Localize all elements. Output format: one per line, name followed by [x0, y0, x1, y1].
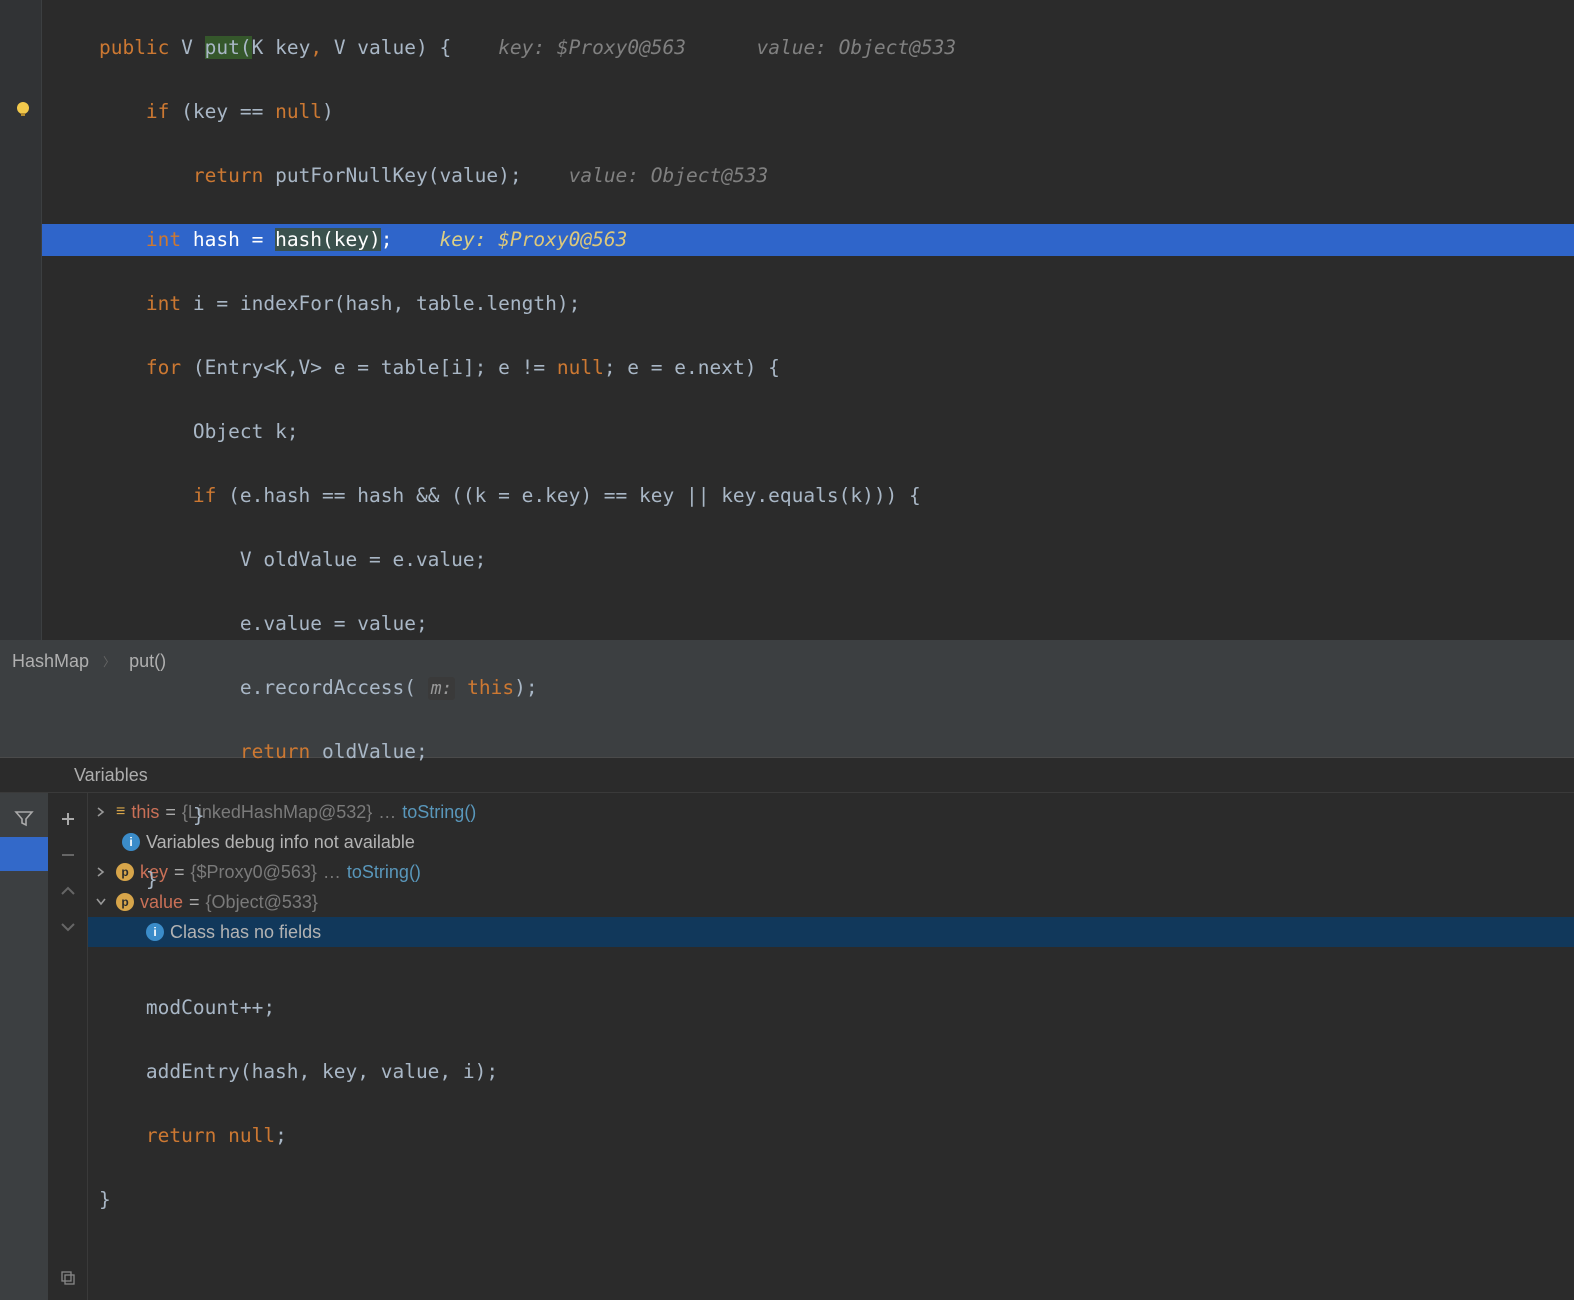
- code-line[interactable]: return null;: [52, 1120, 1574, 1152]
- code-line[interactable]: }: [52, 864, 1574, 896]
- intention-bulb-icon[interactable]: [14, 100, 32, 118]
- filter-icon[interactable]: [12, 807, 36, 831]
- code-line[interactable]: addEntry(hash, key, value, i);: [52, 1056, 1574, 1088]
- code-area[interactable]: public V put(K key, V value) { key: $Pro…: [42, 0, 1574, 1280]
- code-editor[interactable]: public V put(K key, V value) { key: $Pro…: [0, 0, 1574, 640]
- code-line[interactable]: return oldValue;: [52, 736, 1574, 768]
- code-line[interactable]: e.recordAccess( m: this);: [52, 672, 1574, 704]
- code-line[interactable]: public V put(K key, V value) { key: $Pro…: [52, 32, 1574, 64]
- code-line[interactable]: V oldValue = e.value;: [52, 544, 1574, 576]
- code-line[interactable]: int i = indexFor(hash, table.length);: [52, 288, 1574, 320]
- code-line-current[interactable]: int hash = hash(key); key: $Proxy0@563: [0, 224, 1574, 256]
- gutter: [0, 0, 42, 640]
- code-line[interactable]: for (Entry<K,V> e = table[i]; e != null;…: [52, 352, 1574, 384]
- code-line[interactable]: Object k;: [52, 416, 1574, 448]
- code-line[interactable]: modCount++;: [52, 992, 1574, 1024]
- code-line[interactable]: }: [52, 1184, 1574, 1216]
- filter-selected-indicator[interactable]: [0, 837, 48, 871]
- code-line[interactable]: if (e.hash == hash && ((k = e.key) == ke…: [52, 480, 1574, 512]
- code-line[interactable]: return putForNullKey(value); value: Obje…: [52, 160, 1574, 192]
- debug-toolbar-left: [0, 793, 48, 1300]
- code-line[interactable]: e.value = value;: [52, 608, 1574, 640]
- code-line[interactable]: }: [52, 800, 1574, 832]
- code-line[interactable]: if (key == null): [52, 96, 1574, 128]
- code-line[interactable]: [52, 928, 1574, 960]
